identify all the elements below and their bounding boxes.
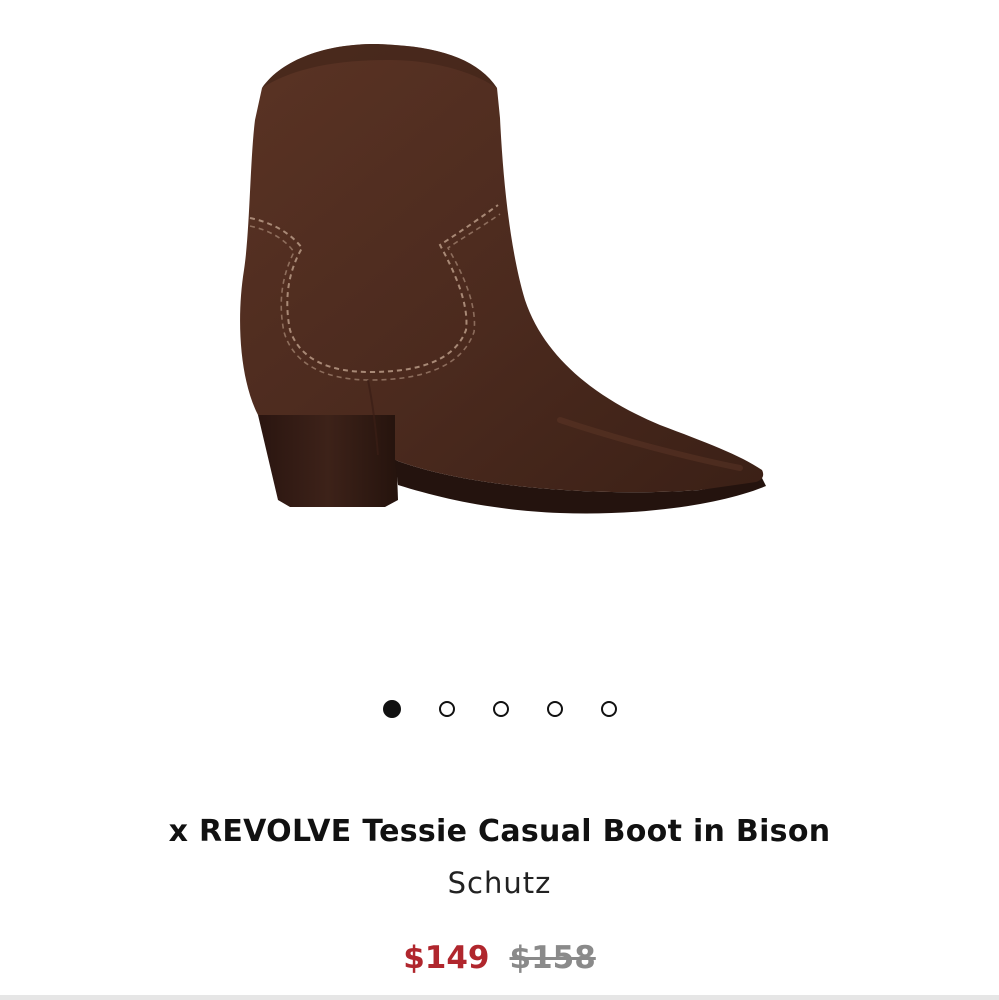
brand-name[interactable]: Schutz (0, 866, 999, 900)
original-price: $158 (509, 940, 596, 976)
carousel-pagination (0, 698, 999, 720)
boot-illustration (240, 44, 766, 514)
carousel-dot-1[interactable] (382, 700, 401, 718)
carousel-dot-2[interactable] (438, 701, 455, 717)
carousel-dot-5[interactable] (600, 701, 617, 717)
product-image[interactable] (0, 0, 999, 680)
boot-heel (258, 415, 398, 507)
product-title: x REVOLVE Tessie Casual Boot in Bison (168, 814, 831, 849)
price-row: $149 $158 (0, 940, 999, 976)
carousel-dot-4[interactable] (546, 701, 563, 717)
divider (0, 995, 999, 1000)
sale-price: $149 (403, 940, 490, 976)
carousel-dot-3[interactable] (492, 701, 509, 717)
